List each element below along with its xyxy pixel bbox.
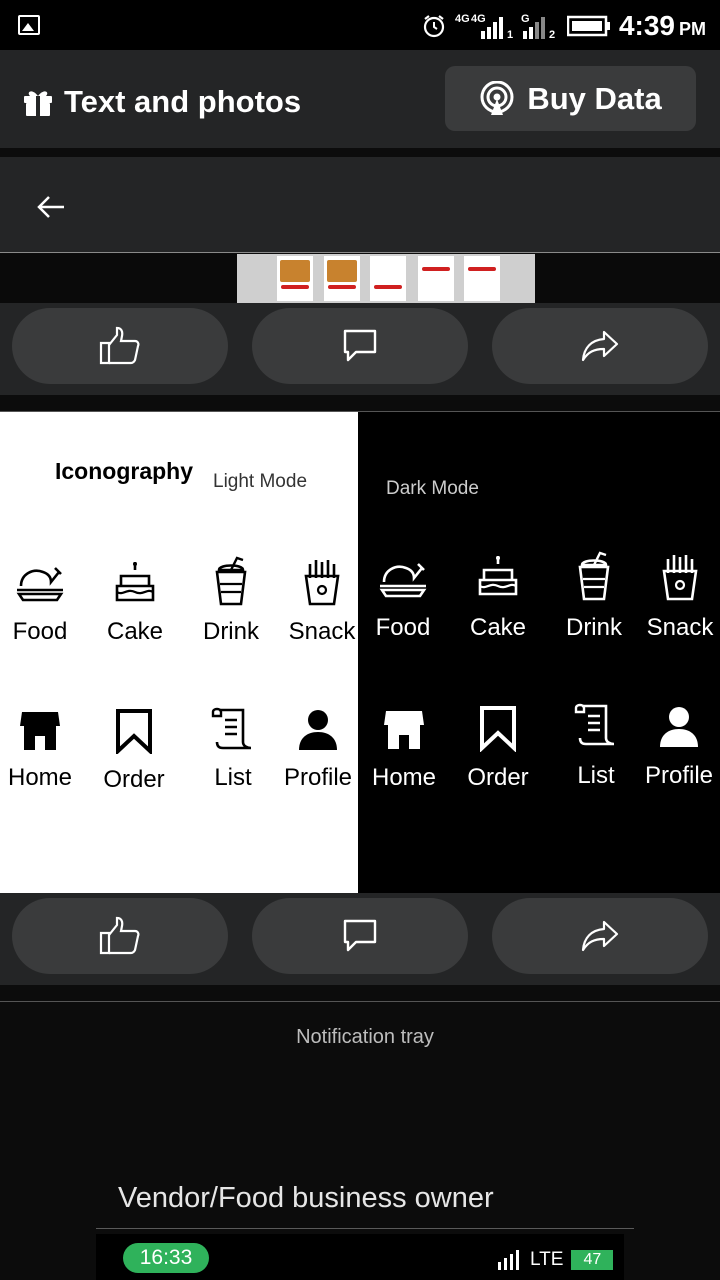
mockup-screen	[464, 256, 500, 301]
header-title: Text and photos	[22, 84, 301, 120]
gift-icon	[24, 91, 52, 116]
icon-cell-list: List	[188, 706, 278, 792]
signal-sim1: 4G 4G 1	[454, 13, 514, 41]
fries-icon	[304, 560, 340, 606]
dark-mode-label: Dark Mode	[386, 478, 479, 499]
divider	[0, 1001, 720, 1002]
bookmark-icon	[116, 709, 152, 754]
buy-data-button[interactable]: Buy Data	[445, 66, 696, 131]
icon-label: List	[214, 764, 252, 791]
icon-label: Snack	[646, 614, 714, 641]
bookmark-icon	[480, 706, 516, 752]
roast-chicken-icon	[16, 567, 64, 602]
thumbs-up-icon	[99, 916, 140, 955]
mockup-screen	[324, 256, 360, 301]
icon-cell-profile-dark: Profile	[634, 704, 720, 790]
icon-label: Order	[103, 766, 165, 793]
mockup-screen	[418, 256, 454, 301]
buy-data-label: Buy Data	[527, 80, 662, 116]
icon-label: Drink	[202, 618, 259, 645]
icon-label: Profile	[283, 764, 353, 791]
mockup-screen	[277, 256, 313, 301]
person-icon	[660, 707, 698, 747]
icon-label: List	[577, 762, 615, 789]
storefront-icon	[384, 711, 424, 749]
vendor-heading: Vendor/Food business owner	[118, 1182, 494, 1214]
iconography-title: Iconography	[55, 458, 194, 484]
icon-cell-snack: Snack	[277, 558, 367, 646]
comment-button[interactable]	[252, 898, 468, 974]
icon-cell-order: Order	[89, 708, 179, 794]
broadcast-icon	[480, 80, 514, 115]
cake-icon	[478, 556, 518, 596]
share-button[interactable]	[492, 308, 708, 384]
icon-cell-profile: Profile	[273, 708, 363, 792]
share-icon	[581, 920, 619, 952]
icon-cell-food: Food	[0, 560, 85, 646]
icon-cell-snack-dark: Snack	[635, 552, 720, 642]
storefront-icon	[20, 712, 60, 750]
icon-label: Home	[371, 764, 437, 791]
like-button[interactable]	[12, 898, 228, 974]
comment-button[interactable]	[252, 308, 468, 384]
scroll-list-icon	[574, 703, 615, 746]
cake-icon	[115, 562, 155, 602]
thumbs-up-icon	[99, 326, 140, 365]
light-mode-label: Light Mode	[213, 471, 308, 492]
notification-tray-label: Notification tray	[296, 1026, 434, 1048]
icon-cell-drink: Drink	[186, 556, 276, 646]
mockup-status-icons: LTE 47	[498, 1249, 614, 1271]
share-icon	[581, 330, 619, 362]
alarm-icon	[423, 15, 445, 38]
icon-cell-cake: Cake	[90, 560, 180, 646]
like-button[interactable]	[12, 308, 228, 384]
status-bar: 4G 4G 1 G 2 4:39 PM	[0, 0, 720, 50]
battery-icon	[566, 15, 610, 37]
signal-sim2: G 2	[520, 13, 556, 41]
icon-label: Snack	[288, 618, 356, 645]
header-title-text: Text and photos	[64, 84, 302, 119]
status-icons: 4G 4G 1 G 2 4:39 PM	[421, 8, 706, 44]
roast-chicken-icon	[379, 563, 427, 598]
icon-label: Food	[375, 614, 431, 641]
icon-label: Food	[12, 618, 68, 645]
signal-bars-icon	[480, 17, 503, 39]
battery-level: 47	[571, 1250, 614, 1270]
network-type: LTE	[530, 1249, 564, 1270]
icon-cell-food-dark: Food	[358, 556, 448, 642]
signal-bars-icon	[498, 1250, 519, 1270]
share-button[interactable]	[492, 898, 708, 974]
drink-cup-icon	[578, 551, 610, 601]
icon-cell-drink-dark: Drink	[549, 550, 639, 642]
divider	[96, 1228, 634, 1229]
icon-cell-home: Home	[0, 708, 85, 792]
status-time: 4:39 PM	[618, 10, 706, 41]
back-arrow-icon[interactable]	[36, 194, 66, 220]
drink-cup-icon	[215, 556, 247, 606]
person-icon	[299, 710, 337, 750]
comment-icon	[343, 329, 377, 362]
icon-label: Home	[7, 764, 73, 791]
signal-bars-icon	[522, 17, 545, 39]
nav-bar	[0, 157, 720, 253]
gallery-notification-icon	[18, 15, 40, 35]
icon-label: Profile	[644, 762, 714, 789]
icon-cell-order-dark: Order	[453, 704, 543, 792]
mockup-time-pill: 16:33	[123, 1243, 209, 1273]
comment-icon	[343, 919, 377, 952]
icon-label: Order	[467, 764, 529, 791]
icon-label: Cake	[469, 614, 527, 641]
fries-icon	[662, 555, 698, 601]
icon-label: Cake	[106, 618, 164, 645]
icon-cell-cake-dark: Cake	[453, 552, 543, 642]
icon-cell-home-dark: Home	[359, 706, 449, 792]
mockup-screen	[370, 256, 406, 301]
icon-cell-list-dark: List	[551, 700, 641, 790]
icon-label: Drink	[565, 614, 622, 641]
scroll-list-icon	[211, 707, 252, 750]
